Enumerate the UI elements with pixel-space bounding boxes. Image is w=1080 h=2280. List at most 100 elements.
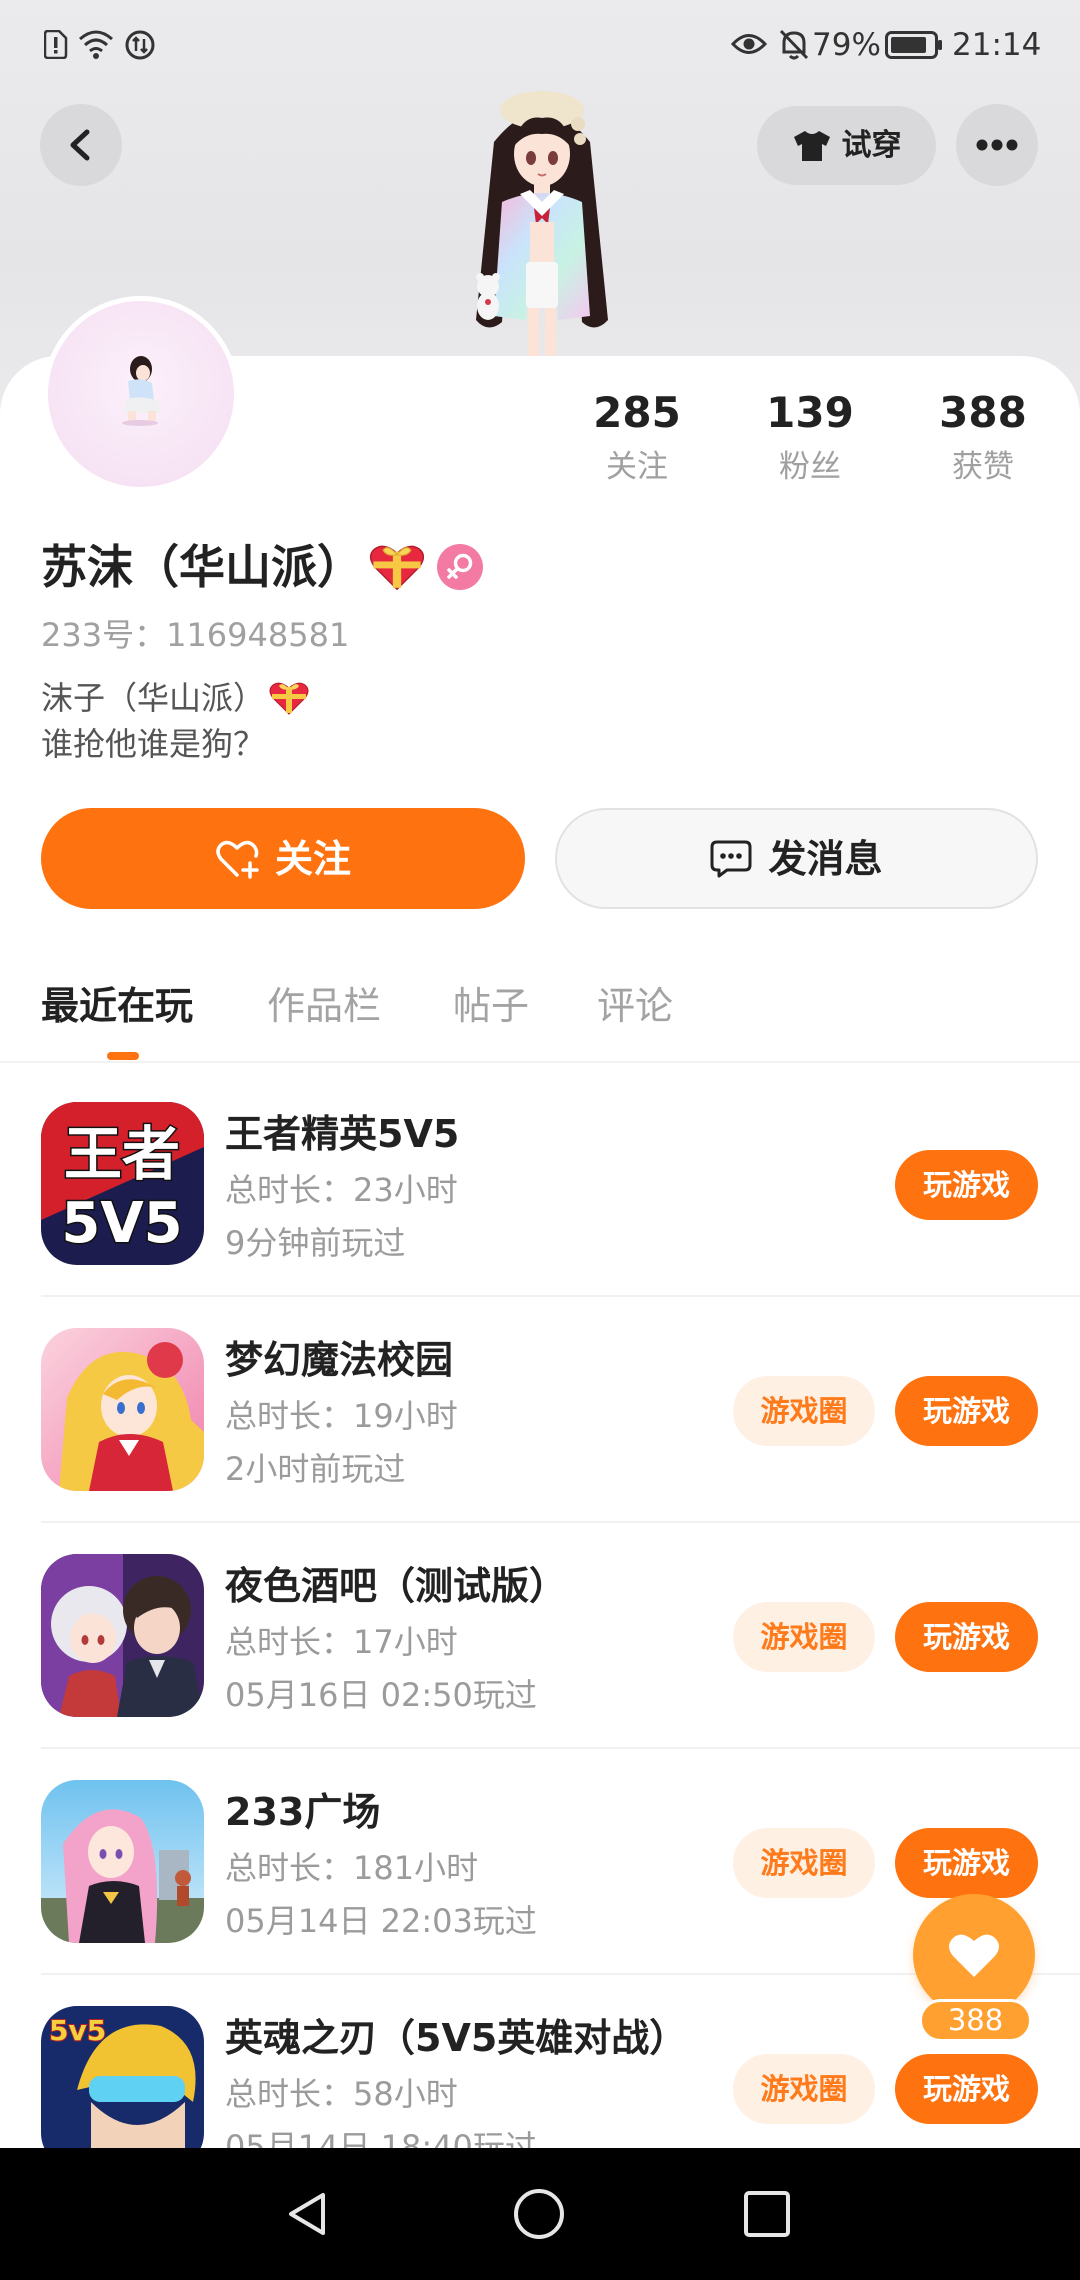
- more-button[interactable]: [956, 104, 1038, 186]
- clock-time: 21:14: [952, 27, 1042, 63]
- stat-following[interactable]: 285 关注: [562, 388, 712, 488]
- bio-text: 沫子（华山派）: [41, 679, 266, 717]
- heart-gift-icon: [269, 682, 309, 715]
- game-last-played: 05月14日 22:03玩过: [225, 1902, 537, 1940]
- logo-text: 5V5: [61, 1191, 182, 1256]
- more-dots-icon: [976, 139, 1018, 151]
- stat-value: 285: [593, 388, 681, 437]
- battery-percent: 79%: [812, 27, 881, 63]
- follow-label: 关注: [274, 836, 351, 881]
- avatar-image: [122, 356, 162, 426]
- tab-comments[interactable]: 评论: [597, 982, 673, 1030]
- nav-recents-icon: [744, 2191, 790, 2237]
- stat-value: 388: [939, 388, 1027, 437]
- recent-games-list[interactable]: 王者 5V5 王者精英5V5 总时长：23小时 9分钟前玩过 玩游戏 梦幻魔法校…: [0, 1071, 1080, 2148]
- play-game-button[interactable]: 玩游戏: [895, 1602, 1038, 1672]
- female-gender-icon: [437, 544, 483, 590]
- game-last-played: 05月14日 18:40玩过: [225, 2128, 537, 2148]
- data-saver-icon: [125, 30, 155, 60]
- play-game-button[interactable]: 玩游戏: [895, 1376, 1038, 1446]
- nav-recents-button[interactable]: [732, 2184, 802, 2244]
- stat-label: 关注: [606, 449, 668, 485]
- game-logo-image: [41, 1328, 204, 1491]
- avatar-character-image[interactable]: [440, 84, 644, 358]
- follow-button[interactable]: 关注: [41, 808, 525, 909]
- profile-name: 苏沫（华山派）: [41, 540, 363, 594]
- stat-followers[interactable]: 139 粉丝: [735, 388, 885, 488]
- game-total-playtime: 总时长：17小时: [225, 1623, 458, 1661]
- heart-icon: [949, 1934, 999, 1977]
- chevron-left-icon: [70, 129, 90, 161]
- game-logo-image: 王者 5V5: [41, 1102, 204, 1265]
- avatar[interactable]: [43, 296, 239, 492]
- bell-off-icon: [779, 29, 809, 60]
- battery-icon: [885, 31, 942, 59]
- nav-back-button[interactable]: [273, 2184, 343, 2244]
- game-total-playtime: 总时长：58小时: [225, 2075, 458, 2113]
- game-icon[interactable]: [41, 1328, 204, 1491]
- like-count-badge: 388: [919, 1999, 1032, 2042]
- try-on-button[interactable]: 试穿: [757, 106, 936, 185]
- game-icon[interactable]: 王者 5V5: [41, 1102, 204, 1265]
- game-icon[interactable]: 5v5: [41, 2006, 204, 2148]
- nav-back-icon: [289, 2193, 325, 2235]
- profile-name-row: 苏沫（华山派）: [41, 536, 483, 598]
- game-row[interactable]: 夜色酒吧（测试版） 总时长：17小时 05月16日 02:50玩过 游戏圈 玩游…: [0, 1523, 1080, 1749]
- user-id: 233号：116948581: [41, 616, 350, 654]
- nav-home-icon: [514, 2189, 564, 2239]
- wifi-icon: [79, 30, 113, 59]
- stat-likes[interactable]: 388 获赞: [908, 388, 1058, 488]
- bio-line: 沫子（华山派）: [41, 678, 309, 718]
- tab-works[interactable]: 作品栏: [267, 982, 381, 1030]
- game-logo-image: [41, 1554, 204, 1717]
- game-row[interactable]: 5v5 英魂之刃（5V5英雄对战） 总时长：58小时 05月14日 18:40玩…: [0, 1975, 1080, 2148]
- try-on-label: 试穿: [841, 127, 902, 163]
- eye-icon: [731, 34, 767, 54]
- game-logo-image: [41, 1780, 204, 1943]
- message-label: 发消息: [768, 836, 883, 881]
- play-game-button[interactable]: 玩游戏: [895, 2054, 1038, 2124]
- game-total-playtime: 总时长：181小时: [225, 1849, 479, 1887]
- stat-value: 139: [766, 388, 854, 437]
- chat-bubble-icon: [710, 840, 752, 877]
- game-community-button[interactable]: 游戏圈: [733, 2054, 875, 2124]
- game-title: 233广场: [225, 1790, 381, 1834]
- game-icon[interactable]: [41, 1780, 204, 1943]
- game-title: 夜色酒吧（测试版）: [225, 1564, 568, 1608]
- tshirt-icon: [793, 130, 830, 161]
- nav-home-button[interactable]: [504, 2184, 574, 2244]
- logo-text: 5v5: [49, 2014, 106, 2047]
- divider: [0, 1061, 1080, 1063]
- game-row[interactable]: 王者 5V5 王者精英5V5 总时长：23小时 9分钟前玩过 玩游戏: [0, 1071, 1080, 1297]
- active-tab-indicator: [107, 1052, 139, 1060]
- game-icon[interactable]: [41, 1554, 204, 1717]
- tab-posts[interactable]: 帖子: [453, 982, 529, 1030]
- game-last-played: 05月16日 02:50玩过: [225, 1676, 537, 1714]
- game-title: 梦幻魔法校园: [225, 1338, 454, 1382]
- game-total-playtime: 总时长：23小时: [225, 1171, 458, 1209]
- tab-recently-played[interactable]: 最近在玩: [41, 982, 193, 1030]
- status-bar: 79% 21:14: [0, 0, 1080, 87]
- back-button[interactable]: [40, 104, 122, 186]
- game-title: 王者精英5V5: [225, 1112, 460, 1156]
- game-last-played: 9分钟前玩过: [225, 1224, 406, 1262]
- heart-gift-icon[interactable]: [369, 542, 425, 592]
- game-last-played: 2小时前玩过: [225, 1450, 406, 1488]
- bio-line: 谁抢他谁是狗？: [41, 724, 265, 764]
- play-game-button[interactable]: 玩游戏: [895, 1150, 1038, 1220]
- logo-text: 王者: [64, 1120, 180, 1188]
- like-floating-button[interactable]: [913, 1894, 1035, 2016]
- bio-text: 谁抢他谁是狗？: [41, 725, 266, 763]
- play-game-button[interactable]: 玩游戏: [895, 1828, 1038, 1898]
- game-community-button[interactable]: 游戏圈: [733, 1602, 875, 1672]
- stat-label: 粉丝: [779, 449, 841, 485]
- system-navigation-bar: [0, 2148, 1080, 2280]
- game-total-playtime: 总时长：19小时: [225, 1397, 458, 1435]
- game-logo-image: 5v5: [41, 2006, 204, 2148]
- game-community-button[interactable]: 游戏圈: [733, 1376, 875, 1446]
- game-title: 英魂之刃（5V5英雄对战）: [225, 2016, 688, 2060]
- alert-icon: [44, 30, 68, 59]
- game-community-button[interactable]: 游戏圈: [733, 1828, 875, 1898]
- game-row[interactable]: 梦幻魔法校园 总时长：19小时 2小时前玩过 游戏圈 玩游戏: [0, 1297, 1080, 1523]
- send-message-button[interactable]: 发消息: [555, 808, 1038, 909]
